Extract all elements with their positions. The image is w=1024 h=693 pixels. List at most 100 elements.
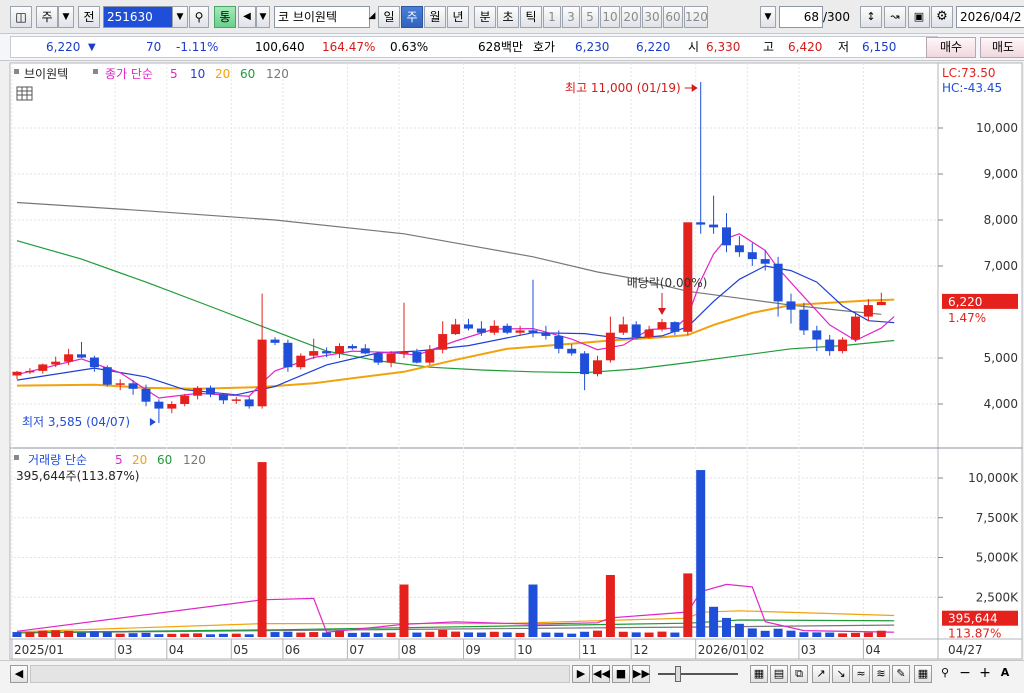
candle-body[interactable] [670,322,680,332]
candle-body[interactable] [438,334,448,350]
stop-icon[interactable]: ■ [612,665,630,683]
candle-body[interactable] [696,222,706,225]
candle-body[interactable] [25,370,35,373]
candle-body[interactable] [154,401,164,409]
candle-body[interactable] [218,394,228,401]
volume-bar[interactable] [876,630,886,637]
period-button-4[interactable]: 분 [474,6,496,28]
candle-body[interactable] [502,325,512,333]
candle-body[interactable] [373,353,383,363]
volume-bar[interactable] [734,623,744,637]
candle-body[interactable] [322,351,332,354]
candle-body[interactable] [631,324,641,338]
candle-body[interactable] [180,395,190,404]
volume-bar[interactable] [51,630,61,637]
candle-body[interactable] [838,339,848,352]
market-button[interactable]: 주 [36,6,58,28]
copy-icon[interactable]: ⧉ [790,665,808,683]
volume-bar[interactable] [309,632,319,637]
compare-icon[interactable]: ▤ [770,665,788,683]
candle-body[interactable] [812,330,822,340]
volume-bar[interactable] [567,633,577,637]
candle-body[interactable] [851,316,860,340]
candle-body[interactable] [141,388,151,402]
candle-body[interactable] [528,330,538,333]
volume-bar[interactable] [812,632,822,637]
stock-name-field[interactable]: 코 브이원텍 [274,6,370,28]
candle-body[interactable] [489,325,499,333]
volume-bar[interactable] [64,630,74,637]
volume-bar[interactable] [541,632,551,637]
volume-bar[interactable] [89,631,99,637]
zoom-slider-thumb[interactable] [675,666,681,682]
candle-body[interactable] [38,364,48,371]
candle-body[interactable] [734,245,744,253]
volume-bar[interactable] [825,632,835,637]
candle-body[interactable] [12,371,22,376]
candle-body[interactable] [335,346,344,354]
candle-body[interactable] [618,324,628,333]
volume-bar[interactable] [373,633,383,637]
draw-trend-icon[interactable]: ↘ [832,665,850,683]
candle-body[interactable] [593,360,602,375]
volume-bar[interactable] [77,632,86,637]
candle-body[interactable] [876,301,886,306]
volume-bar[interactable] [657,631,667,637]
volume-bar[interactable] [451,631,461,637]
volume-bar[interactable] [863,632,873,637]
candle-body[interactable] [786,301,796,310]
number-button-3[interactable]: 3 [562,6,580,28]
volume-bar[interactable] [244,634,254,637]
number-button-60[interactable]: 60 [663,6,683,28]
save-icon[interactable]: ▣ [908,6,930,28]
candle-body[interactable] [760,259,770,264]
candle-body[interactable] [773,263,783,302]
candle-body[interactable] [476,328,486,333]
speaker-dropdown-icon[interactable]: ▼ [256,6,270,28]
volume-bar[interactable] [631,632,641,637]
candle-body[interactable] [296,355,306,368]
layout-icon[interactable]: ▦ [750,665,768,683]
period-button-2[interactable]: 월 [424,6,446,28]
price-legend-series[interactable]: 종가 단순 [105,67,153,81]
volume-bar[interactable] [515,632,525,637]
candle-body[interactable] [231,399,241,401]
candle-body[interactable] [554,335,564,349]
zoom-in-icon[interactable]: + [976,665,994,683]
volume-bar[interactable] [489,631,499,637]
scroll-track[interactable] [30,665,570,683]
volume-bar[interactable] [760,630,770,637]
volume-bar[interactable] [476,632,486,637]
candle-body[interactable] [347,346,357,349]
number-button-20[interactable]: 20 [621,6,641,28]
code-input[interactable]: 251630 [103,6,173,28]
candle-body[interactable] [193,387,203,396]
stock-chart[interactable]: 10,000 9,000 8,000 7,000 5,000 4,000 10,000K 7,… [0,61,1024,660]
candle-body[interactable] [644,329,654,338]
draw-fib-icon[interactable]: ≈ [852,665,870,683]
grid-table-icon[interactable] [16,86,33,101]
period-button-1[interactable]: 주 [401,6,423,28]
volume-legend-series[interactable]: 거래량 단순 [28,453,87,467]
candle-body[interactable] [77,354,86,358]
volume-bar[interactable] [670,632,680,637]
candle-body[interactable] [102,367,112,385]
volume-bar[interactable] [425,631,435,637]
volume-bar[interactable] [102,632,112,637]
candle-body[interactable] [657,322,667,330]
code-dropdown-icon[interactable]: ▼ [172,6,188,28]
volume-bar[interactable] [838,633,848,637]
candle-body[interactable] [605,332,615,361]
volume-bar[interactable] [335,630,344,637]
date-input[interactable]: 2026/04/2 [956,6,1024,28]
volume-bar[interactable] [722,617,731,637]
candle-body[interactable] [747,252,757,260]
price-legend-name[interactable]: 브이원텍 [24,67,68,81]
candle-body[interactable] [567,348,577,354]
grid-icon[interactable]: ▦ [914,665,932,683]
candle-body[interactable] [464,324,473,329]
volume-bar[interactable] [283,631,293,637]
candle-body[interactable] [541,332,551,336]
volume-bar[interactable] [347,632,357,637]
volume-bar[interactable] [528,584,538,637]
